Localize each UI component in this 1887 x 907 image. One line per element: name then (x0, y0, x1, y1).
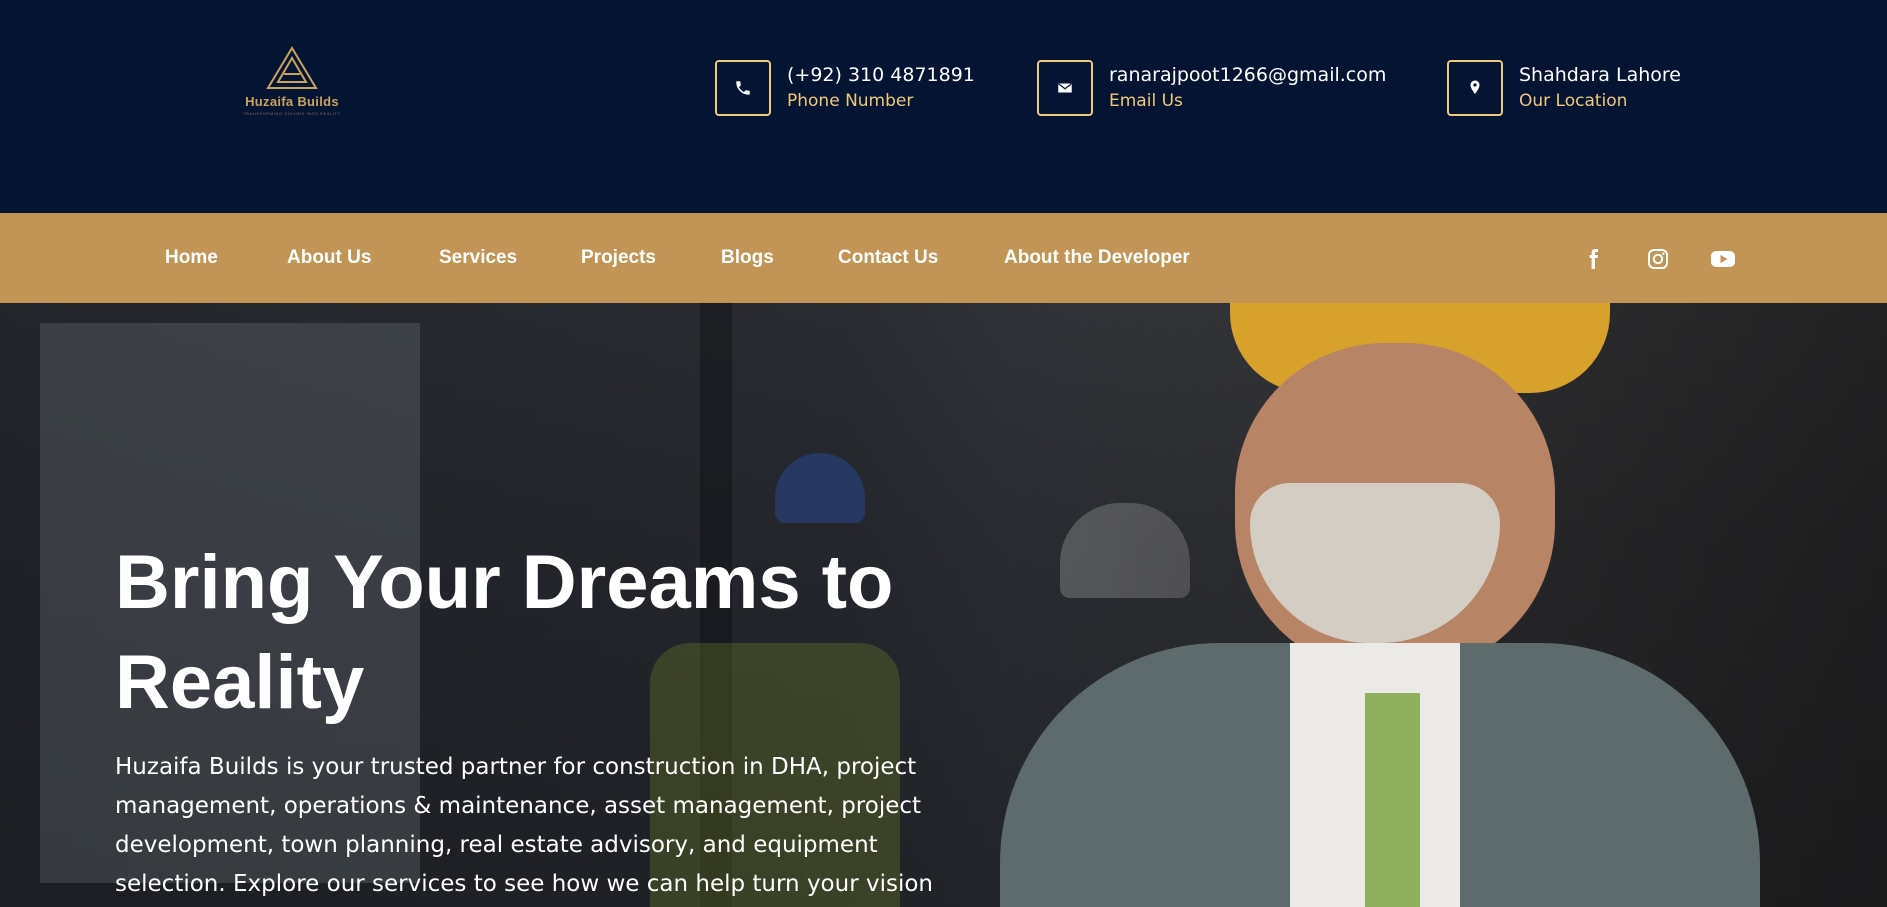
nav-projects[interactable]: Projects (581, 213, 656, 303)
top-header: Huzaifa Builds Transforming visions into… (0, 0, 1887, 213)
phone-icon (736, 81, 750, 95)
email-icon-box (1037, 60, 1093, 116)
contact-phone[interactable]: (+92) 310 4871891 Phone Number (715, 58, 975, 118)
facebook-icon[interactable] (1580, 246, 1606, 272)
youtube-icon[interactable] (1710, 246, 1736, 272)
phone-label: Phone Number (787, 91, 914, 111)
brand-tagline: Transforming visions into reality (243, 111, 341, 116)
nav-about-us[interactable]: About Us (287, 213, 371, 303)
phone-number[interactable]: (+92) 310 4871891 (787, 62, 975, 88)
location-icon-box (1447, 60, 1503, 116)
location-pin-icon (1470, 80, 1480, 94)
hero-title: Bring Your Dreams to Reality (115, 540, 894, 725)
nav-services[interactable]: Services (439, 213, 517, 303)
nav-contact-us[interactable]: Contact Us (838, 213, 938, 303)
location-name[interactable]: Shahdara Lahore (1519, 62, 1681, 88)
nav-blogs[interactable]: Blogs (721, 213, 774, 303)
email-address[interactable]: ranarajpoot1266@gmail.com (1109, 62, 1386, 88)
hero-section: Bring Your Dreams to Reality Huzaifa Bui… (0, 303, 1887, 907)
brand-logo[interactable]: Huzaifa Builds Transforming visions into… (236, 46, 348, 122)
nav-home[interactable]: Home (165, 213, 218, 303)
hero-description: Huzaifa Builds is your trusted partner f… (115, 754, 933, 897)
brand-name: Huzaifa Builds (245, 94, 339, 109)
location-label: Our Location (1519, 91, 1628, 111)
logo-triangle-icon (266, 46, 318, 89)
email-icon (1058, 83, 1072, 93)
contact-email[interactable]: ranarajpoot1266@gmail.com Email Us (1037, 58, 1386, 118)
nav-about-developer[interactable]: About the Developer (1004, 213, 1190, 303)
instagram-icon[interactable] (1645, 246, 1671, 272)
phone-icon-box (715, 60, 771, 116)
contact-location[interactable]: Shahdara Lahore Our Location (1447, 58, 1681, 118)
email-label: Email Us (1109, 91, 1183, 111)
